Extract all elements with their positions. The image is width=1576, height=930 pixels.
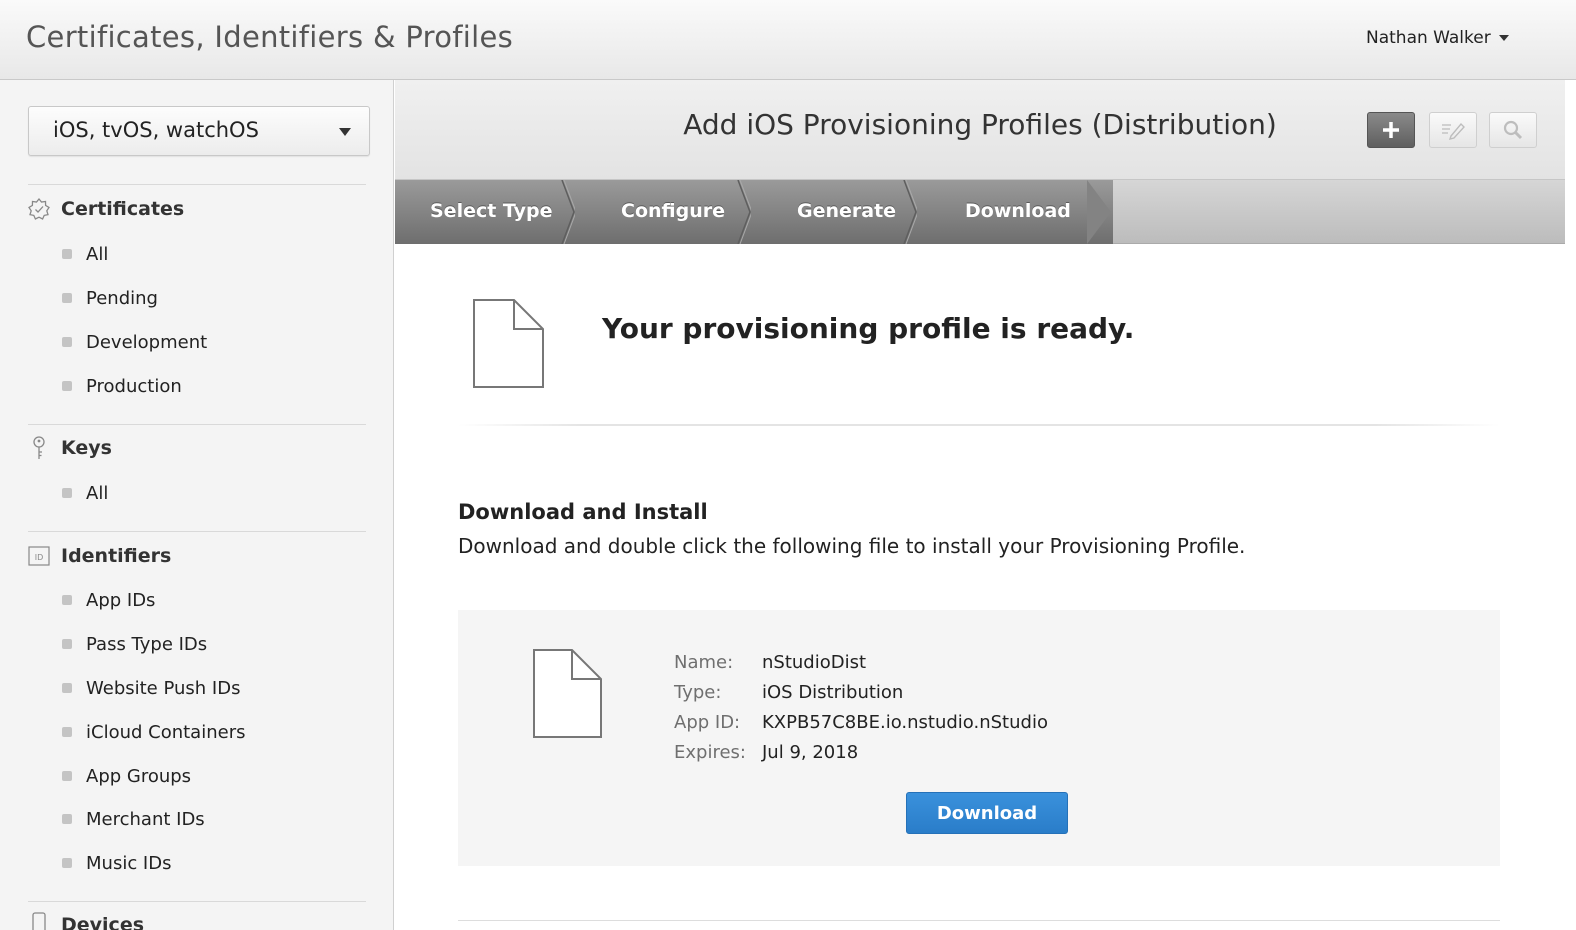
chevron-down-icon	[1498, 35, 1509, 41]
sidebar-item-label: All	[86, 482, 109, 504]
sidebar-section-title: Keys	[61, 437, 112, 459]
sidebar-item-production[interactable]: Production	[62, 373, 182, 399]
sidebar-item-label: Website Push IDs	[86, 677, 241, 699]
device-icon	[26, 912, 52, 930]
section-divider	[458, 424, 1500, 426]
bullet	[62, 771, 72, 781]
key-icon	[26, 435, 52, 461]
plus-icon	[1383, 122, 1399, 138]
step-separator	[903, 180, 917, 244]
bullet	[62, 595, 72, 605]
step-generate: Generate	[797, 200, 897, 222]
sidebar-item-label: All	[86, 243, 109, 265]
svg-text:ID: ID	[35, 553, 44, 562]
certificate-icon	[26, 196, 52, 222]
sidebar-item-label: Production	[86, 375, 182, 397]
profile-expires-label: Expires:	[674, 742, 746, 763]
download-button[interactable]: Download	[906, 792, 1068, 834]
sidebar-item-icloud-containers[interactable]: iCloud Containers	[62, 719, 245, 745]
download-description: Download and double click the following …	[458, 534, 1246, 558]
bullet	[62, 381, 72, 391]
bullet	[62, 683, 72, 693]
step-configure: Configure	[621, 200, 725, 222]
download-heading: Download and Install	[458, 500, 708, 524]
profile-expires-row: Expires: Jul 9, 2018	[674, 742, 858, 764]
sidebar-section-title: Devices	[61, 914, 145, 930]
sidebar-item-label: Merchant IDs	[86, 808, 205, 830]
bullet	[62, 639, 72, 649]
sidebar-item-label: Pass Type IDs	[86, 633, 208, 655]
ready-message: Your provisioning profile is ready.	[602, 312, 1135, 345]
top-header: Certificates, Identifiers & Profiles Nat…	[0, 0, 1576, 80]
bullet	[62, 814, 72, 824]
sidebar-item-label: Development	[86, 331, 208, 353]
sidebar-section-keys[interactable]: Keys	[26, 435, 112, 461]
profile-appid-label: App ID:	[674, 712, 741, 733]
content-header: Add iOS Provisioning Profiles (Distribut…	[395, 80, 1565, 180]
sidebar-section-devices[interactable]: Devices	[26, 912, 144, 930]
chevron-down-icon	[339, 128, 351, 136]
divider	[28, 901, 366, 902]
user-menu[interactable]: Nathan Walker	[1366, 28, 1509, 48]
profile-file-icon	[533, 649, 602, 738]
profile-appid-value: KXPB57C8BE.io.nstudio.nStudio	[762, 712, 1048, 733]
sidebar-item-certificates-all[interactable]: All	[62, 241, 108, 267]
id-badge-icon: ID	[26, 543, 52, 569]
step-separator	[737, 180, 751, 244]
edit-icon	[1442, 122, 1465, 140]
sidebar-section-title: Identifiers	[61, 545, 172, 567]
sidebar-item-app-ids[interactable]: App IDs	[62, 587, 155, 613]
sidebar-item-pending[interactable]: Pending	[62, 285, 158, 311]
sidebar-section-title: Certificates	[61, 198, 185, 220]
app-title: Certificates, Identifiers & Profiles	[26, 20, 514, 54]
bullet	[62, 249, 72, 259]
sidebar-item-label: Music IDs	[86, 852, 172, 874]
bullet	[62, 488, 72, 498]
sidebar-item-label: Pending	[86, 287, 158, 309]
sidebar-item-merchant-ids[interactable]: Merchant IDs	[62, 806, 205, 832]
bullet	[62, 293, 72, 303]
edit-button[interactable]	[1429, 112, 1477, 148]
profile-card: Name: nStudioDist Type: iOS Distribution…	[458, 610, 1500, 866]
step-separator	[561, 180, 575, 244]
sidebar-item-development[interactable]: Development	[62, 329, 207, 355]
sidebar-item-pass-type-ids[interactable]: Pass Type IDs	[62, 631, 207, 657]
bullet	[62, 727, 72, 737]
platform-select[interactable]: iOS, tvOS, watchOS	[28, 106, 370, 156]
profile-type-row: Type: iOS Distribution	[674, 682, 903, 704]
bullet	[62, 337, 72, 347]
sidebar-item-label: App IDs	[86, 589, 156, 611]
user-name: Nathan Walker	[1366, 28, 1491, 48]
profile-appid-row: App ID: KXPB57C8BE.io.nstudio.nStudio	[674, 712, 1048, 734]
sidebar-item-music-ids[interactable]: Music IDs	[62, 850, 171, 876]
profile-name-label: Name:	[674, 652, 734, 673]
step-download: Download	[965, 200, 1071, 222]
sidebar-section-certificates[interactable]: Certificates	[26, 196, 184, 222]
sidebar-item-label: iCloud Containers	[86, 721, 246, 743]
bottom-divider	[458, 920, 1500, 921]
divider	[28, 184, 366, 185]
progress-steps: Select Type Configure Generate Download	[395, 180, 1565, 244]
profile-expires-value: Jul 9, 2018	[762, 742, 859, 763]
sidebar-item-label: App Groups	[86, 765, 192, 787]
search-button[interactable]	[1489, 112, 1537, 148]
sidebar-item-keys-all[interactable]: All	[62, 480, 108, 506]
add-button[interactable]	[1367, 112, 1415, 148]
step-select-type: Select Type	[430, 200, 553, 222]
search-icon	[1503, 120, 1523, 140]
sidebar-section-identifiers[interactable]: ID Identifiers	[26, 543, 171, 569]
profile-name-row: Name: nStudioDist	[674, 652, 866, 674]
document-icon	[473, 299, 544, 388]
steps-arrow-tip	[1087, 180, 1111, 244]
sidebar-item-website-push-ids[interactable]: Website Push IDs	[62, 675, 240, 701]
divider	[28, 424, 366, 425]
divider	[28, 531, 366, 532]
platform-select-value: iOS, tvOS, watchOS	[53, 118, 259, 142]
bullet	[62, 858, 72, 868]
profile-type-label: Type:	[674, 682, 722, 703]
sidebar: iOS, tvOS, watchOS Certificates All Pend…	[0, 80, 394, 930]
sidebar-item-app-groups[interactable]: App Groups	[62, 763, 191, 789]
profile-type-value: iOS Distribution	[762, 682, 904, 703]
profile-name-value: nStudioDist	[762, 652, 867, 673]
